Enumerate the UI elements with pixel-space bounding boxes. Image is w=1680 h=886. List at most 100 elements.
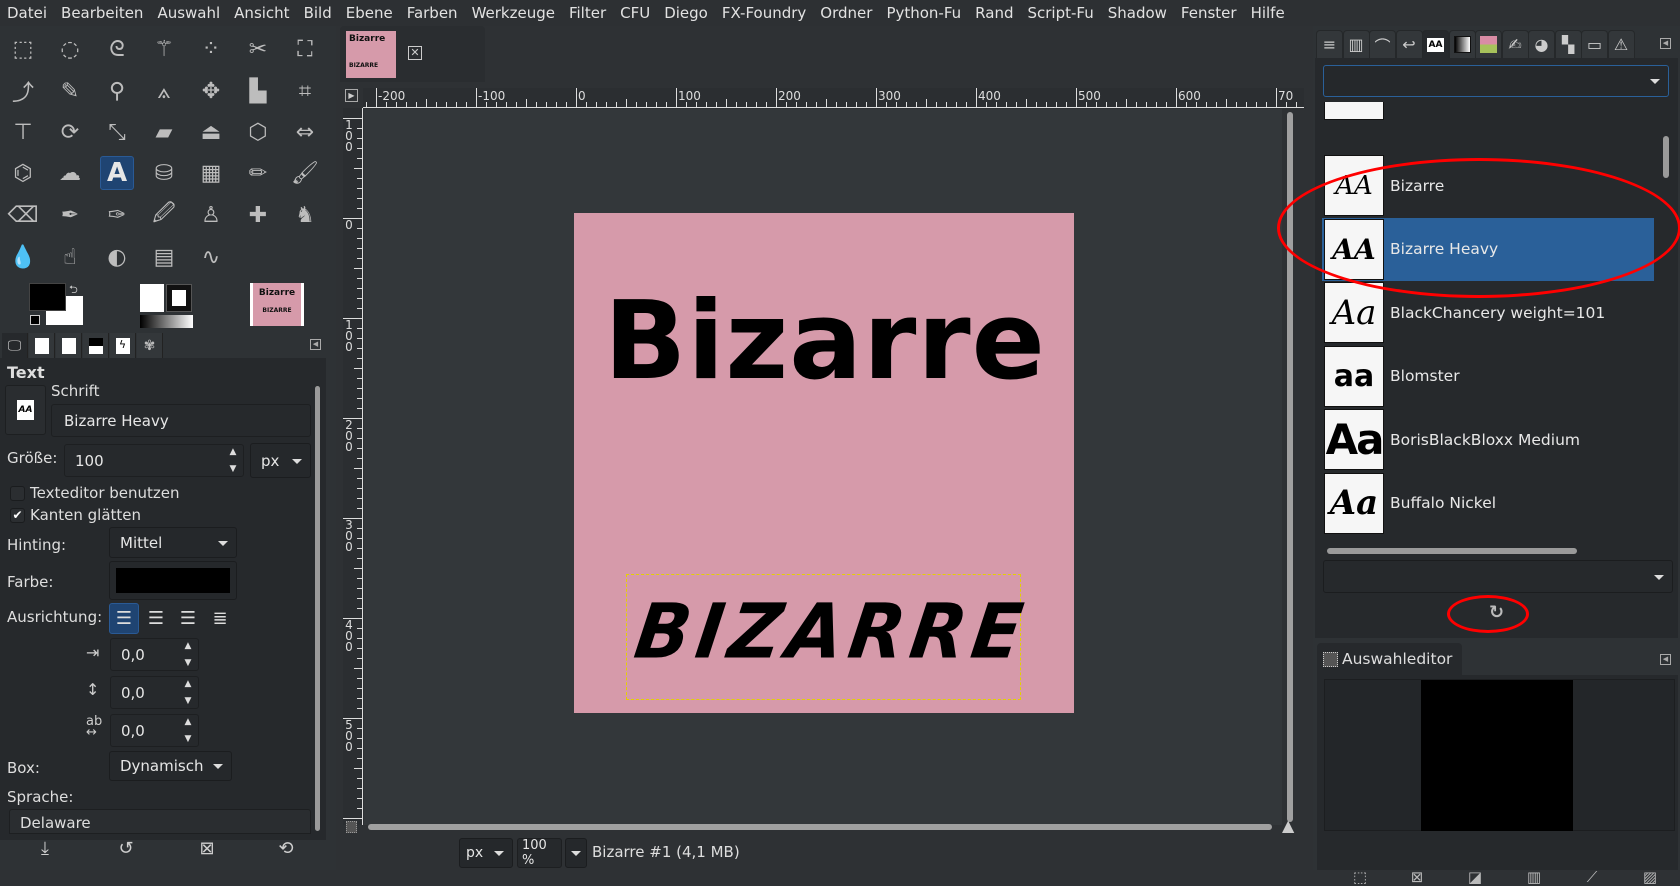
zoom-entry[interactable]: 100 % xyxy=(517,838,562,868)
pattern-preview[interactable] xyxy=(166,284,192,312)
selection-to-path-icon[interactable]: ⟋ xyxy=(1580,868,1604,886)
tool-measure-icon[interactable]: ⟑ xyxy=(147,74,181,108)
language-entry[interactable]: Delaware xyxy=(9,809,311,834)
box-combo[interactable]: Dynamisch xyxy=(109,751,232,781)
dock-tab-fonts-icon[interactable]: AA xyxy=(1422,30,1449,58)
font-list-item[interactable]: Aa xyxy=(1322,102,1654,121)
tool-scale-icon[interactable]: ⤡ xyxy=(100,115,134,149)
menu-filter[interactable]: Filter xyxy=(569,4,606,22)
select-none-icon[interactable]: ⊠ xyxy=(1405,868,1429,886)
dock-tab-layers-icon[interactable]: ≡ xyxy=(1316,30,1343,58)
menu-bearbeiten[interactable]: Bearbeiten xyxy=(61,4,143,22)
dock-tab-gradients-icon[interactable] xyxy=(1448,30,1476,58)
menu-farben[interactable]: Farben xyxy=(407,4,458,22)
tool-cage-transform-icon[interactable]: ⌬ xyxy=(6,156,40,190)
font-filter-combo[interactable] xyxy=(1323,65,1669,97)
swap-colors-icon[interactable]: ⮌ xyxy=(69,281,78,300)
tool-ink-icon[interactable]: ✑ xyxy=(100,198,134,232)
tool-paintbrush-icon[interactable]: 🖌 xyxy=(288,156,322,190)
menu-werkzeuge[interactable]: Werkzeuge xyxy=(472,4,555,22)
active-image-thumbnail[interactable]: Bizarre BIZARRE xyxy=(250,283,304,326)
unit-combo[interactable]: px xyxy=(459,838,513,868)
tab-images[interactable]: ϟ xyxy=(110,333,136,358)
menu-ebene[interactable]: Ebene xyxy=(346,4,393,22)
menu-python-fu[interactable]: Python-Fu xyxy=(886,4,961,22)
options-scrollbar[interactable] xyxy=(315,386,320,831)
tool-clone-icon[interactable]: ♙ xyxy=(194,198,228,232)
foreground-color-swatch[interactable] xyxy=(29,283,66,311)
justify-center-button[interactable]: ☰ xyxy=(173,603,203,634)
tool-paths-icon[interactable]: ⤴ xyxy=(6,74,40,108)
tool-perspective-icon[interactable]: ⏏ xyxy=(194,115,228,149)
menu-datei[interactable]: Datei xyxy=(7,4,47,22)
size-unit-combo[interactable]: px xyxy=(250,443,311,478)
tool-pencil-icon[interactable]: ✏ xyxy=(241,156,275,190)
tool-ellipse-select-icon[interactable]: ◌ xyxy=(53,32,87,66)
dock-tab-error-console-icon[interactable]: ⚠ xyxy=(1607,30,1635,58)
menu-fx-foundry[interactable]: FX-Foundry xyxy=(722,4,806,22)
canvas-text-bizarre-heavy[interactable]: BIZARRE xyxy=(630,587,1034,675)
tool-smudge-icon[interactable]: ☝ xyxy=(53,240,87,274)
dock-tab-dynamics-icon[interactable]: ▚ xyxy=(1554,30,1582,58)
antialias-checkbox[interactable]: ✔ xyxy=(10,508,25,523)
menu-script-fu[interactable]: Script-Fu xyxy=(1028,4,1094,22)
reset-icon[interactable]: ⟲ xyxy=(274,838,298,859)
spin-arrows-icon[interactable]: ▲ ▼ xyxy=(182,641,194,668)
tool-levels-icon[interactable]: ▤ xyxy=(147,240,181,274)
dock-tab-undo-history-icon[interactable]: ↩ xyxy=(1395,30,1423,58)
dock-tab-paths-icon[interactable]: ⌒ xyxy=(1369,30,1396,58)
tool-color-picker-icon[interactable]: ✎ xyxy=(53,74,87,108)
tool-perspective-clone-icon[interactable]: ♞ xyxy=(288,198,322,232)
selection-editor-tab[interactable]: Auswahleditor xyxy=(1317,643,1462,675)
menu-auswahl[interactable]: Auswahl xyxy=(157,4,220,22)
tool-dodge-burn-icon[interactable]: ◐ xyxy=(100,240,134,274)
dock-tab-palettes-icon[interactable] xyxy=(1475,30,1502,58)
tool-mypaint-brush-icon[interactable]: 🖉 xyxy=(147,198,181,232)
spin-arrows-icon[interactable]: ▲ ▼ xyxy=(227,447,239,474)
tab-brushes[interactable] xyxy=(56,333,82,358)
delete-preset-icon[interactable]: ⊠ xyxy=(195,838,219,859)
menu-bild[interactable]: Bild xyxy=(304,4,332,22)
zoom-combo[interactable] xyxy=(565,838,587,868)
menu-ordner[interactable]: Ordner xyxy=(820,4,872,22)
tool-select-by-color-icon[interactable]: ⁘ xyxy=(194,32,228,66)
canvas-text-bizarre[interactable]: Bizarre xyxy=(604,279,1046,404)
tool-rect-select-icon[interactable]: ⬚ xyxy=(6,32,40,66)
tool-airbrush-icon[interactable]: ✒ xyxy=(53,198,87,232)
restore-preset-icon[interactable]: ↺ xyxy=(114,838,138,859)
dock-tab-channels-icon[interactable]: ▥ xyxy=(1342,30,1370,58)
font-input[interactable]: Bizarre Heavy xyxy=(51,404,311,437)
save-to-channel-icon[interactable]: ▥ xyxy=(1522,868,1546,886)
tool-text-icon[interactable]: A xyxy=(100,156,134,190)
indent-spinbutton[interactable]: 0,0 ▲ ▼ xyxy=(110,638,199,671)
tool-shear-icon[interactable]: ▰ xyxy=(147,115,181,149)
tool-3d-transform-icon[interactable]: ⬡ xyxy=(241,115,275,149)
tool-scissors-select-icon[interactable]: ✂ xyxy=(241,32,275,66)
tool-bucket-fill-icon[interactable]: ⛁ xyxy=(147,156,181,190)
invert-selection-icon[interactable]: ◪ xyxy=(1463,868,1487,886)
select-all-icon[interactable]: ⬚ xyxy=(1348,868,1372,886)
tool-crop-icon[interactable]: ⌗ xyxy=(288,74,322,108)
font-list-item[interactable]: aa Blomster xyxy=(1322,345,1654,408)
menu-shadow[interactable]: Shadow xyxy=(1108,4,1167,22)
color-button[interactable] xyxy=(109,561,237,600)
font-thumbnail-button[interactable]: AA xyxy=(5,385,46,435)
font-list-item[interactable]: Aa BorisBlackBloxx Medium xyxy=(1322,408,1654,471)
dock-tab-images-icon[interactable]: ▭ xyxy=(1581,30,1608,58)
tool-curves-icon[interactable]: ∿ xyxy=(194,240,228,274)
line-spacing-spinbutton[interactable]: 0,0 ▲ ▼ xyxy=(110,676,199,709)
spin-arrows-icon[interactable]: ▲ ▼ xyxy=(182,679,194,706)
size-spinbutton[interactable]: 100 ▲ ▼ xyxy=(64,444,244,477)
tool-flip-icon[interactable]: ⇔ xyxy=(288,115,322,149)
justify-right-button[interactable]: ☰ xyxy=(141,603,171,634)
gradient-preview[interactable] xyxy=(140,315,193,328)
tool-fuzzy-select-icon[interactable]: ⚚ xyxy=(147,32,181,66)
dock-menu-icon[interactable]: ◀ xyxy=(1660,38,1671,49)
tool-free-select-icon[interactable]: ᘓ xyxy=(100,32,134,66)
tool-zoom-icon[interactable]: ⚲ xyxy=(100,74,134,108)
menu-hilfe[interactable]: Hilfe xyxy=(1251,4,1285,22)
tool-gradient-icon[interactable]: ▦ xyxy=(194,156,228,190)
tab-tool-options[interactable]: 🖵 xyxy=(2,333,28,358)
image-tab-thumbnail[interactable]: Bizarre BIZARRE xyxy=(346,31,396,78)
canvas[interactable]: Bizarre BIZARRE xyxy=(364,109,1282,825)
